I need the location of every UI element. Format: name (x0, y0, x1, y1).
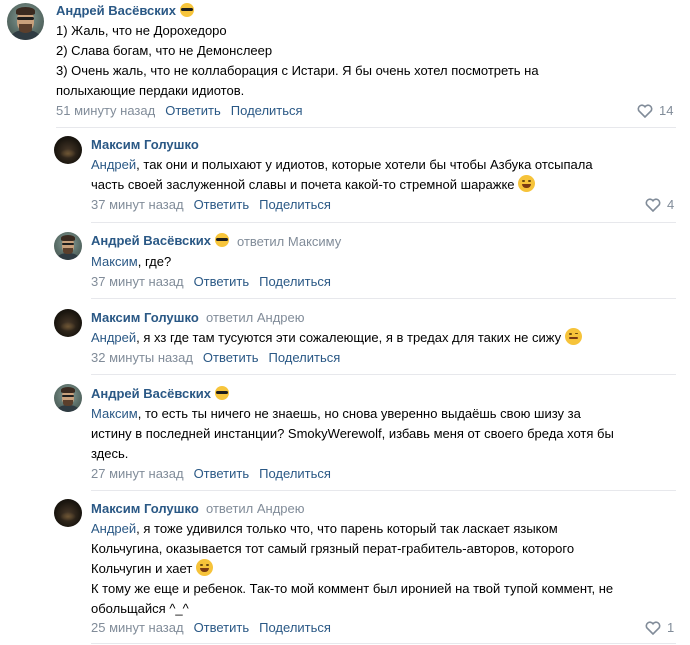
heart-icon (645, 621, 661, 636)
share-link[interactable]: Поделиться (259, 620, 331, 635)
avatar[interactable] (54, 499, 82, 527)
like-count: 1 (667, 620, 675, 635)
comment-text: Андрей, так они и полыхают у идиотов, ко… (91, 157, 593, 192)
author-name[interactable]: Андрей Васёвских (91, 386, 229, 401)
heart-icon (645, 198, 661, 213)
author-name[interactable]: Максим Голушко (91, 310, 199, 325)
avatar[interactable] (54, 232, 82, 260)
comment-meta: 32 минуты назад Ответить Поделиться (91, 350, 340, 365)
timestamp[interactable]: 32 минуты назад (91, 350, 193, 365)
heart-icon (637, 104, 653, 119)
reply-to-label[interactable]: ответил Андрею (206, 310, 305, 325)
sunglasses-emoji-icon (214, 386, 229, 400)
sunglasses-emoji-icon (214, 233, 229, 247)
mention-link[interactable]: Андрей (91, 157, 136, 172)
author-name[interactable]: Андрей Васёвских (91, 233, 229, 248)
mention-link[interactable]: Андрей (91, 521, 136, 536)
comment-text: Андрей, я хз где там тусуются эти сожале… (91, 328, 676, 348)
comment-meta: 25 минут назад Ответить Поделиться (91, 620, 331, 635)
author-name[interactable]: Максим Голушко (91, 137, 199, 152)
laughing-emoji-icon (518, 175, 536, 192)
comment-text: Максим, то есть ты ничего не знаешь, но … (91, 406, 614, 461)
comment-meta: 51 минуту назад Ответить Поделиться (56, 103, 303, 118)
comment-meta: 37 минут назад Ответить Поделиться (91, 274, 331, 289)
divider (91, 374, 676, 375)
avatar[interactable] (54, 136, 82, 164)
laughing-emoji-icon (195, 559, 213, 576)
like-button[interactable]: 14 (637, 103, 674, 119)
like-count: 14 (659, 103, 674, 118)
reply-link[interactable]: Ответить (194, 274, 250, 289)
timestamp[interactable]: 37 минут назад (91, 197, 184, 212)
reply-link[interactable]: Ответить (203, 350, 259, 365)
reply-to-label[interactable]: ответил Максиму (237, 234, 341, 249)
reply-link[interactable]: Ответить (194, 466, 250, 481)
reply-link[interactable]: Ответить (194, 197, 250, 212)
share-link[interactable]: Поделиться (268, 350, 340, 365)
mention-link[interactable]: Максим (91, 254, 138, 269)
author-name[interactable]: Андрей Васёвских (56, 3, 194, 18)
avatar[interactable] (54, 384, 82, 412)
share-link[interactable]: Поделиться (231, 103, 303, 118)
comment-meta: 27 минут назад Ответить Поделиться (91, 466, 331, 481)
sunglasses-emoji-icon (179, 3, 194, 17)
like-button[interactable]: 1 (645, 620, 675, 636)
divider (91, 298, 676, 299)
author-name[interactable]: Максим Голушко (91, 501, 199, 516)
divider (91, 490, 676, 491)
divider (56, 127, 676, 128)
share-link[interactable]: Поделиться (259, 197, 331, 212)
winking-emoji-icon (564, 328, 582, 345)
avatar[interactable] (54, 309, 82, 337)
divider (91, 222, 676, 223)
like-count: 4 (667, 197, 675, 212)
comment-text: Андрей, я тоже удивился только что, что … (91, 521, 614, 616)
reply-link[interactable]: Ответить (194, 620, 250, 635)
reply-to-label[interactable]: ответил Андрею (206, 501, 305, 516)
divider (91, 643, 676, 644)
comment-text: Максим, где? (91, 254, 172, 269)
share-link[interactable]: Поделиться (259, 274, 331, 289)
timestamp[interactable]: 37 минут назад (91, 274, 184, 289)
comment-text: 1) Жаль, что не Дорохедоро 2) Слава бога… (56, 23, 539, 98)
avatar[interactable] (7, 3, 44, 40)
share-link[interactable]: Поделиться (259, 466, 331, 481)
comment-meta: 37 минут назад Ответить Поделиться (91, 197, 331, 212)
mention-link[interactable]: Максим (91, 406, 138, 421)
timestamp[interactable]: 25 минут назад (91, 620, 184, 635)
timestamp[interactable]: 27 минут назад (91, 466, 184, 481)
timestamp[interactable]: 51 минуту назад (56, 103, 155, 118)
like-button[interactable]: 4 (645, 197, 675, 213)
reply-link[interactable]: Ответить (165, 103, 221, 118)
mention-link[interactable]: Андрей (91, 330, 136, 345)
